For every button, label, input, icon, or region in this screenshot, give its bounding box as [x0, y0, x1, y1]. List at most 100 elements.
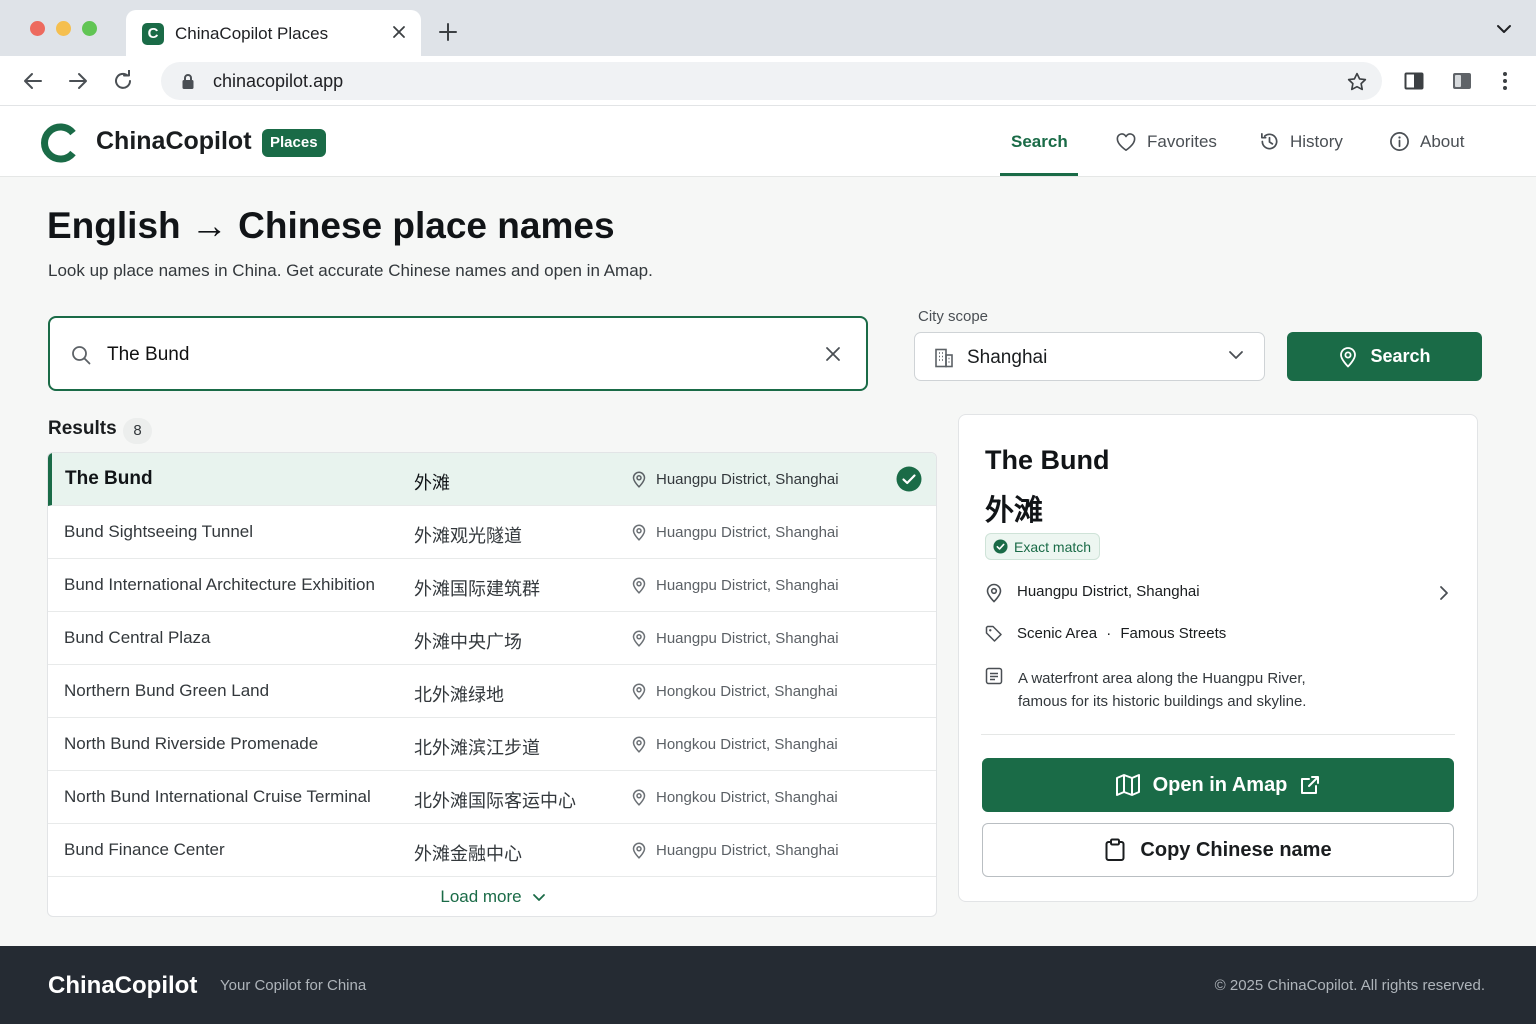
- search-field[interactable]: [48, 316, 868, 391]
- more-menu-icon[interactable]: [1494, 70, 1516, 92]
- footer-copyright: © 2025 ChinaCopilot. All rights reserved…: [1214, 977, 1485, 994]
- search-input[interactable]: [107, 340, 807, 370]
- result-location: Huangpu District, Shanghai: [656, 471, 839, 488]
- open-in-amap-button[interactable]: Open in Amap: [982, 758, 1454, 812]
- brand-name[interactable]: ChinaCopilot: [96, 127, 252, 156]
- city-scope-select[interactable]: Shanghai: [914, 332, 1265, 381]
- location-pin-icon: [632, 524, 646, 541]
- place-detail-card: The Bund 外滩 Exact match Huangpu District…: [958, 414, 1478, 902]
- footer-tagline: Your Copilot for China: [220, 977, 367, 994]
- browser-toolbar: chinacopilot.app: [0, 56, 1536, 106]
- page-title: English → Chinese place names: [47, 205, 615, 246]
- detail-category: Scenic Area · Famous Streets: [1017, 625, 1226, 643]
- result-chinese-name: 外滩中央广场: [414, 632, 522, 652]
- forward-arrow-icon[interactable]: [67, 70, 89, 92]
- exact-match-badge: Exact match: [985, 533, 1101, 560]
- copy-chinese-name-button[interactable]: Copy Chinese name: [982, 823, 1454, 877]
- chevron-down-icon: [1228, 350, 1244, 360]
- external-link-icon: [1299, 774, 1321, 796]
- detail-category-row: Scenic Area · Famous Streets: [985, 625, 1226, 643]
- result-row[interactable]: Bund Central Plaza 外滩中央广场 Huangpu Distri…: [48, 612, 936, 665]
- result-chinese-name: 外滩: [414, 473, 450, 493]
- search-icon: [70, 344, 92, 366]
- chevron-down-icon: [532, 893, 546, 902]
- nav-about-label: About: [1420, 131, 1465, 151]
- detail-chinese-name: 外滩: [985, 495, 1044, 527]
- result-location: Hongkou District, Shanghai: [656, 683, 838, 700]
- result-english-name: Bund International Architecture Exhibiti…: [64, 575, 375, 594]
- heart-icon: [1115, 132, 1137, 152]
- location-pin-icon: [632, 789, 646, 806]
- address-bar[interactable]: chinacopilot.app: [161, 62, 1382, 100]
- footer: ChinaCopilot Your Copilot for China © 20…: [0, 946, 1536, 1024]
- reading-mode-icon[interactable]: [1403, 70, 1425, 92]
- info-icon: [1389, 131, 1410, 152]
- result-row[interactable]: North Bund Riverside Promenade 北外滩滨江步道 H…: [48, 718, 936, 771]
- city-scope-value: Shanghai: [967, 347, 1048, 368]
- detail-location-row[interactable]: Huangpu District, Shanghai: [985, 583, 1200, 603]
- building-icon: [933, 347, 955, 369]
- nav-favorites[interactable]: Favorites: [1115, 106, 1217, 177]
- result-row[interactable]: Bund Finance Center 外滩金融中心 Huangpu Distr…: [48, 824, 936, 877]
- reload-icon[interactable]: [112, 70, 134, 92]
- open-in-amap-label: Open in Amap: [1152, 773, 1288, 796]
- check-circle-icon: [993, 539, 1008, 554]
- result-row[interactable]: North Bund International Cruise Terminal…: [48, 771, 936, 824]
- search-button-label: Search: [1370, 346, 1431, 366]
- map-pin-icon: [1338, 346, 1358, 368]
- tab-title: ChinaCopilot Places: [175, 24, 329, 43]
- logo-icon[interactable]: [40, 123, 80, 163]
- url-text: chinacopilot.app: [213, 71, 344, 91]
- tab-search-chevron-icon[interactable]: [1496, 24, 1512, 34]
- result-chinese-name: 外滩金融中心: [414, 844, 522, 864]
- result-english-name: Bund Central Plaza: [64, 628, 211, 647]
- back-arrow-icon[interactable]: [22, 70, 44, 92]
- category-separator: ·: [1106, 625, 1112, 642]
- tab-close-icon[interactable]: [391, 24, 407, 40]
- location-pin-icon: [632, 736, 646, 753]
- result-location: Huangpu District, Shanghai: [656, 842, 839, 859]
- chevron-right-icon[interactable]: [1439, 585, 1449, 601]
- load-more-label: Load more: [440, 887, 522, 906]
- nav-about[interactable]: About: [1389, 106, 1464, 177]
- detail-description: A waterfront area along the Huangpu Rive…: [1018, 670, 1307, 710]
- result-chinese-name: 外滩观光隧道: [414, 526, 522, 546]
- nav-active-indicator: [1000, 173, 1078, 176]
- app-header: ChinaCopilot Places Search Favorites His…: [0, 106, 1536, 177]
- nav-history[interactable]: History: [1259, 106, 1343, 177]
- result-row[interactable]: The Bund 外滩 Huangpu District, Shanghai: [48, 453, 936, 506]
- result-row[interactable]: Bund International Architecture Exhibiti…: [48, 559, 936, 612]
- nav-search[interactable]: Search: [1011, 106, 1068, 177]
- category-label: Scenic Area: [1017, 625, 1098, 642]
- location-pin-icon: [632, 842, 646, 859]
- nav-history-label: History: [1290, 131, 1343, 151]
- side-panel-icon[interactable]: [1451, 70, 1473, 92]
- exact-match-label: Exact match: [1014, 538, 1092, 555]
- result-location: Hongkou District, Shanghai: [656, 789, 838, 806]
- result-row[interactable]: Northern Bund Green Land 北外滩绿地 Hongkou D…: [48, 665, 936, 718]
- bookmark-star-icon[interactable]: [1346, 71, 1368, 93]
- tag-icon: [985, 625, 1003, 643]
- city-scope-label: City scope: [918, 308, 989, 325]
- map-icon: [1115, 773, 1141, 797]
- search-button[interactable]: Search: [1287, 332, 1482, 381]
- load-more-button[interactable]: Load more: [48, 877, 936, 916]
- detail-title: The Bund: [985, 445, 1110, 475]
- result-english-name: North Bund Riverside Promenade: [64, 734, 319, 753]
- nav-search-label: Search: [1011, 131, 1068, 151]
- location-pin-icon: [632, 630, 646, 647]
- places-badge: Places: [262, 129, 326, 157]
- new-tab-icon[interactable]: [437, 21, 459, 43]
- selected-check-icon: [896, 466, 922, 492]
- subcategory-label: Famous Streets: [1120, 625, 1227, 642]
- browser-tab[interactable]: C ChinaCopilot Places: [126, 10, 421, 56]
- clear-icon[interactable]: [824, 345, 842, 363]
- result-english-name: The Bund: [65, 468, 153, 489]
- window-close-button[interactable]: [30, 21, 45, 36]
- window-minimize-button[interactable]: [56, 21, 71, 36]
- result-location: Huangpu District, Shanghai: [656, 577, 839, 594]
- result-location: Huangpu District, Shanghai: [656, 630, 839, 647]
- result-row[interactable]: Bund Sightseeing Tunnel 外滩观光隧道 Huangpu D…: [48, 506, 936, 559]
- lock-icon: [181, 73, 195, 90]
- window-zoom-button[interactable]: [82, 21, 97, 36]
